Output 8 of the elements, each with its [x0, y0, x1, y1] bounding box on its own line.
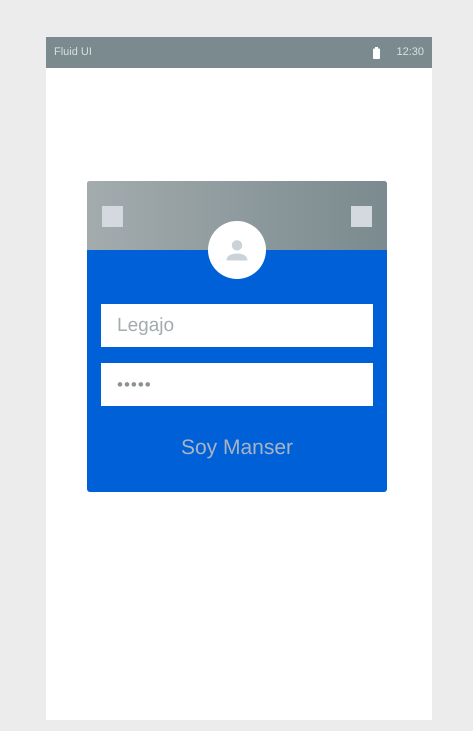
submit-button[interactable]: Soy Manser [176, 432, 298, 464]
clock-time: 12:30 [396, 45, 424, 60]
username-field[interactable]: Legajo [101, 304, 373, 347]
square-icon [351, 206, 372, 227]
password-field[interactable]: ••••• [101, 363, 373, 406]
square-icon [102, 206, 123, 227]
app-title: Fluid UI [54, 45, 92, 60]
battery-icon [373, 46, 380, 58]
